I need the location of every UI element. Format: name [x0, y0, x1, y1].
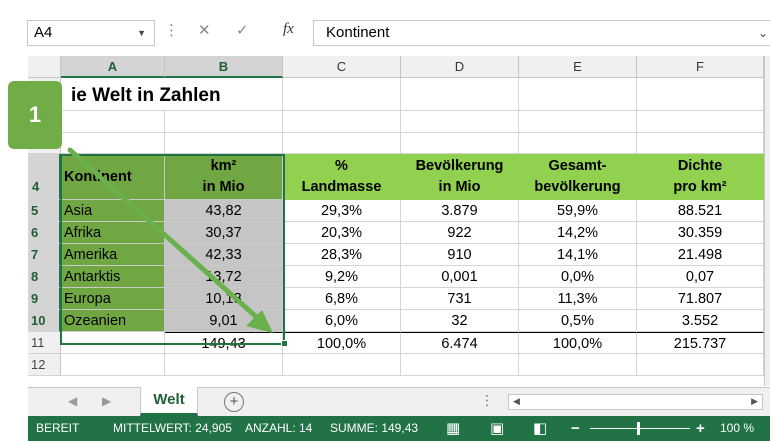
status-mode: BEREIT: [36, 421, 80, 435]
status-count: ANZAHL: 14: [245, 421, 313, 435]
status-bar: BEREIT MITTELWERT: 24,905 ANZAHL: 14 SUM…: [28, 416, 770, 441]
sheet-tabs-bar: ◀ ▶ Welt + ⋮ ◀ ▶: [28, 387, 770, 416]
status-average: MITTELWERT: 24,905: [113, 421, 232, 435]
normal-view-icon[interactable]: ▦: [446, 416, 460, 441]
horizontal-scrollbar[interactable]: ◀ ▶: [508, 394, 763, 410]
annotation-arrow-line: [67, 147, 265, 325]
annotation-arrow: [67, 147, 273, 333]
add-sheet-icon[interactable]: +: [224, 392, 244, 412]
zoom-in-icon[interactable]: +: [696, 416, 705, 441]
tab-welt[interactable]: Welt: [140, 387, 198, 416]
page-break-view-icon[interactable]: ◧: [533, 416, 547, 441]
status-sum: SUMME: 149,43: [330, 421, 419, 435]
tab-scroll-right-icon[interactable]: ▶: [102, 394, 111, 408]
more-sheets-icon[interactable]: ⋮: [480, 392, 494, 409]
tab-scroll-left-icon[interactable]: ◀: [68, 394, 77, 408]
scroll-right-arrow-icon[interactable]: ▶: [751, 396, 758, 407]
zoom-slider-thumb[interactable]: [637, 422, 640, 435]
zoom-level[interactable]: 100 %: [720, 416, 754, 441]
scroll-left-arrow-icon[interactable]: ◀: [513, 396, 520, 407]
zoom-out-icon[interactable]: −: [571, 416, 580, 441]
zoom-slider-track[interactable]: [590, 428, 690, 429]
page-layout-icon[interactable]: ▣: [490, 416, 504, 441]
step-badge: 1: [8, 81, 62, 149]
